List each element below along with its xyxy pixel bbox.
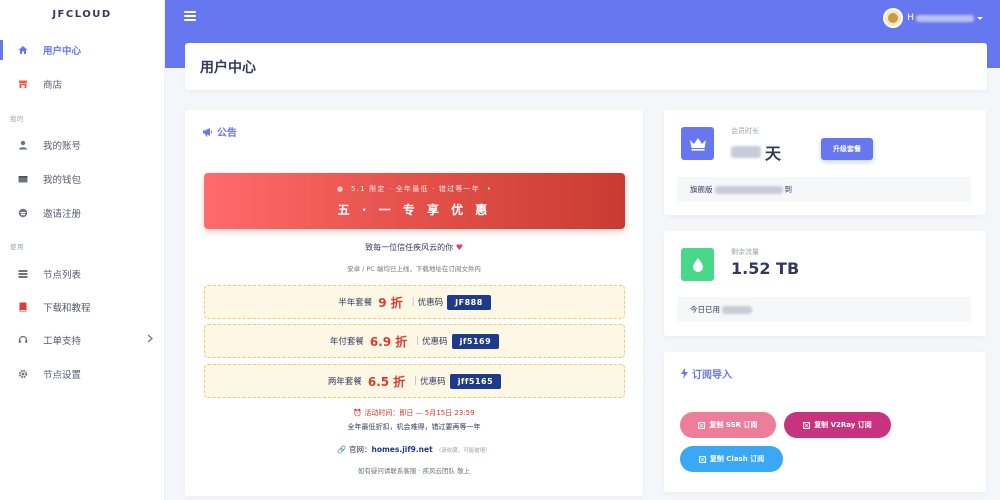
sidebar-item-label: 邀请注册 [43, 209, 82, 220]
coupon-code[interactable]: jff5165 [449, 373, 502, 389]
heart-icon: ♥ [455, 243, 463, 252]
list-icon [17, 268, 29, 280]
user-menu[interactable]: H [883, 8, 983, 28]
crown-icon [681, 127, 714, 160]
thanks-text: 致每一位信任疾风云的你 ♥ [365, 243, 463, 252]
footer-note: 如有疑问请联系客服 · 疾风云团队 敬上 [357, 467, 471, 475]
page-title: 用户中心 [200, 59, 256, 76]
sidebar-item-user-center[interactable]: 用户中心 [0, 36, 165, 64]
copy-clash-button[interactable]: 复制 Clash 订阅 [680, 446, 783, 472]
sidebar-item-label: 下载和教程 [43, 303, 91, 314]
promo-title: 五 · 一 专 享 优 惠 [337, 203, 492, 217]
bolt-icon [681, 368, 688, 379]
flame-icon: ● [336, 185, 345, 193]
headset-icon [17, 334, 29, 346]
home-icon [17, 44, 29, 56]
sidebar-item-label: 我的账号 [43, 141, 82, 152]
coupon-row: 两年套餐 6.5 折 | 优惠码 jff5165 [204, 364, 625, 398]
subscription-heading: 订阅导入 [681, 366, 732, 381]
avatar [883, 8, 904, 28]
sidebar-item-node-list[interactable]: 节点列表 [0, 260, 165, 288]
sidebar-item-invite[interactable]: 邀请注册 [0, 199, 165, 227]
user-icon [17, 139, 29, 151]
traffic-card: 剩余流量 1.52 TB 今日已用 [664, 231, 986, 336]
chevron-right-icon [147, 334, 153, 346]
sidebar-item-wallet[interactable]: 我的钱包 [0, 165, 165, 193]
subscription-card: 订阅导入 复制 SSR 订阅 复制 V2Ray 订阅 复制 Clash 订阅 [664, 352, 986, 492]
activity-time: ⏰ 活动时间：即日 — 5月15日 23:59 [353, 409, 475, 417]
sidebar-item-label: 我的钱包 [43, 175, 82, 186]
traffic-label: 剩余流量 [731, 248, 759, 256]
coupon-row: 年付套餐 6.9 折 | 优惠码 jf5169 [204, 324, 625, 358]
sidebar-item-label: 用户中心 [43, 46, 82, 57]
sidebar-item-label: 节点列表 [43, 270, 82, 281]
activity-subtitle: 全年最低折扣，机会难得，错过要再等一年 [347, 423, 481, 431]
announcement-heading: 公告 [202, 124, 237, 139]
alarm-clock-icon: ⏰ [353, 409, 363, 417]
store-icon [17, 78, 29, 90]
invite-icon [17, 207, 29, 219]
sidebar-item-account[interactable]: 我的账号 [0, 131, 165, 159]
sidebar-item-label: 节点设置 [43, 370, 82, 381]
sidebar-item-store[interactable]: 商店 [0, 70, 165, 98]
promo-banner: ● 5.1 限定 · 全年最低 · 错过等一年 • 五 · 一 专 享 优 惠 [204, 173, 625, 229]
section-header-use: 使用 [10, 243, 24, 251]
announcement-card: 公告 ● 5.1 限定 · 全年最低 · 错过等一年 • 五 · 一 专 享 优… [185, 110, 643, 496]
coupon-row: 半年套餐 9 折 | 优惠码 JF888 [204, 285, 625, 319]
today-usage-bar: 今日已用 [677, 297, 971, 322]
platform-note: 安卓 / PC 端均已上线，下载地址在订阅文件内 [347, 265, 481, 273]
membership-label: 会员时长 [731, 127, 759, 135]
section-header-mine: 我的 [10, 115, 24, 123]
brand-logo[interactable]: JFCLOUD [0, 0, 164, 28]
sidebar: JFCLOUD 用户中心 商店 我的 我的账号 我的钱包 邀请注册 使用 节点列… [0, 0, 165, 500]
upgrade-plan-button[interactable]: 升级套餐 [821, 138, 873, 160]
copy-icon [698, 421, 706, 429]
plan-expiry-bar: 旗舰版 到 [677, 177, 971, 202]
book-icon [17, 301, 29, 313]
megaphone-icon [202, 127, 213, 137]
copy-v2ray-button[interactable]: 复制 V2Ray 订阅 [784, 412, 891, 438]
copy-ssr-button[interactable]: 复制 SSR 订阅 [680, 412, 776, 438]
website-link[interactable]: homes.jif9.net [372, 445, 433, 454]
coupon-code[interactable]: JF888 [447, 294, 491, 310]
droplet-icon [681, 248, 714, 281]
website-line: 🔗 官网：homes.jif9.net （请收藏，可能被墙） [337, 445, 491, 454]
sidebar-item-label: 商店 [43, 80, 63, 91]
copy-icon [698, 455, 706, 463]
wallet-icon [17, 173, 29, 185]
membership-card: 会员时长 天 升级套餐 旗舰版 到 [664, 110, 986, 215]
traffic-value: 1.52 TB [731, 259, 800, 278]
username: H [907, 13, 974, 23]
promo-subtitle: ● 5.1 限定 · 全年最低 · 错过等一年 • [336, 185, 493, 193]
membership-value: 天 [731, 140, 781, 164]
sidebar-item-label: 工单支持 [43, 336, 82, 347]
chevron-down-icon [977, 16, 983, 20]
sidebar-item-ticket-support[interactable]: 工单支持 [0, 326, 165, 354]
menu-toggle-icon[interactable] [184, 11, 196, 21]
cog-icon [17, 368, 29, 380]
page-title-card: 用户中心 [185, 43, 987, 90]
sidebar-item-node-settings[interactable]: 节点设置 [0, 360, 165, 388]
link-icon: 🔗 [337, 445, 347, 454]
coupon-code[interactable]: jf5169 [451, 333, 500, 349]
sidebar-item-downloads[interactable]: 下载和教程 [0, 293, 165, 321]
copy-icon [803, 421, 811, 429]
